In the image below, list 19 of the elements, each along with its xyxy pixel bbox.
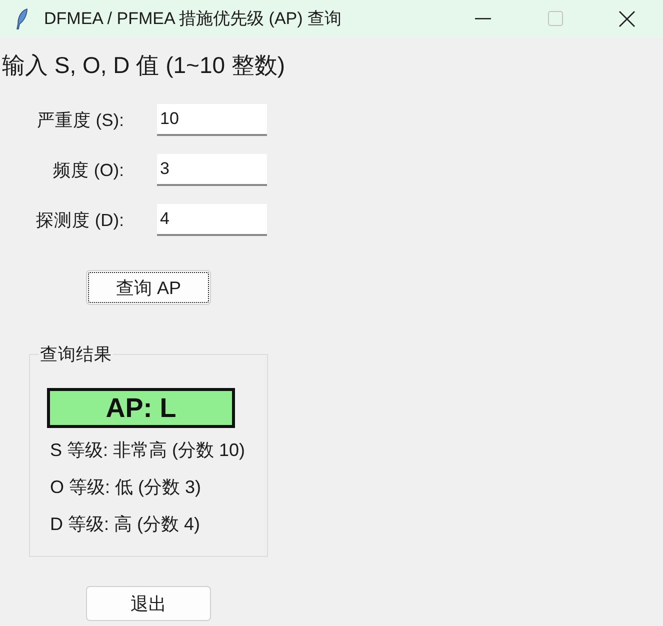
input-field[interactable]: 3	[157, 154, 267, 186]
ap-result: AP: L	[47, 388, 235, 428]
window-title: DFMEA / PFMEA 措施优先级 (AP) 查询	[44, 8, 342, 30]
field-label: 探测度 (D):	[36, 209, 124, 232]
close-icon	[619, 10, 635, 26]
feather-icon	[16, 8, 28, 30]
exit-button[interactable]: 退出	[86, 586, 211, 621]
query-button[interactable]: 查询 AP	[86, 270, 211, 305]
maximize-icon	[548, 11, 562, 26]
input-field[interactable]: 10	[157, 104, 267, 136]
result-line: O 等级: 低 (分数 3)	[50, 477, 202, 497]
result-line: S 等级: 非常高 (分数 10)	[50, 440, 246, 460]
minimize-icon	[475, 18, 491, 20]
field-label: 频度 (O):	[53, 159, 124, 182]
field-label: 严重度 (S):	[36, 109, 124, 132]
input-field[interactable]: 4	[157, 204, 267, 236]
instruction-heading: 输入 S, O, D 值 (1~10 整数)	[2, 51, 286, 80]
group-title: 查询结果	[39, 343, 113, 366]
result-line: D 等级: 高 (分数 4)	[50, 514, 200, 534]
